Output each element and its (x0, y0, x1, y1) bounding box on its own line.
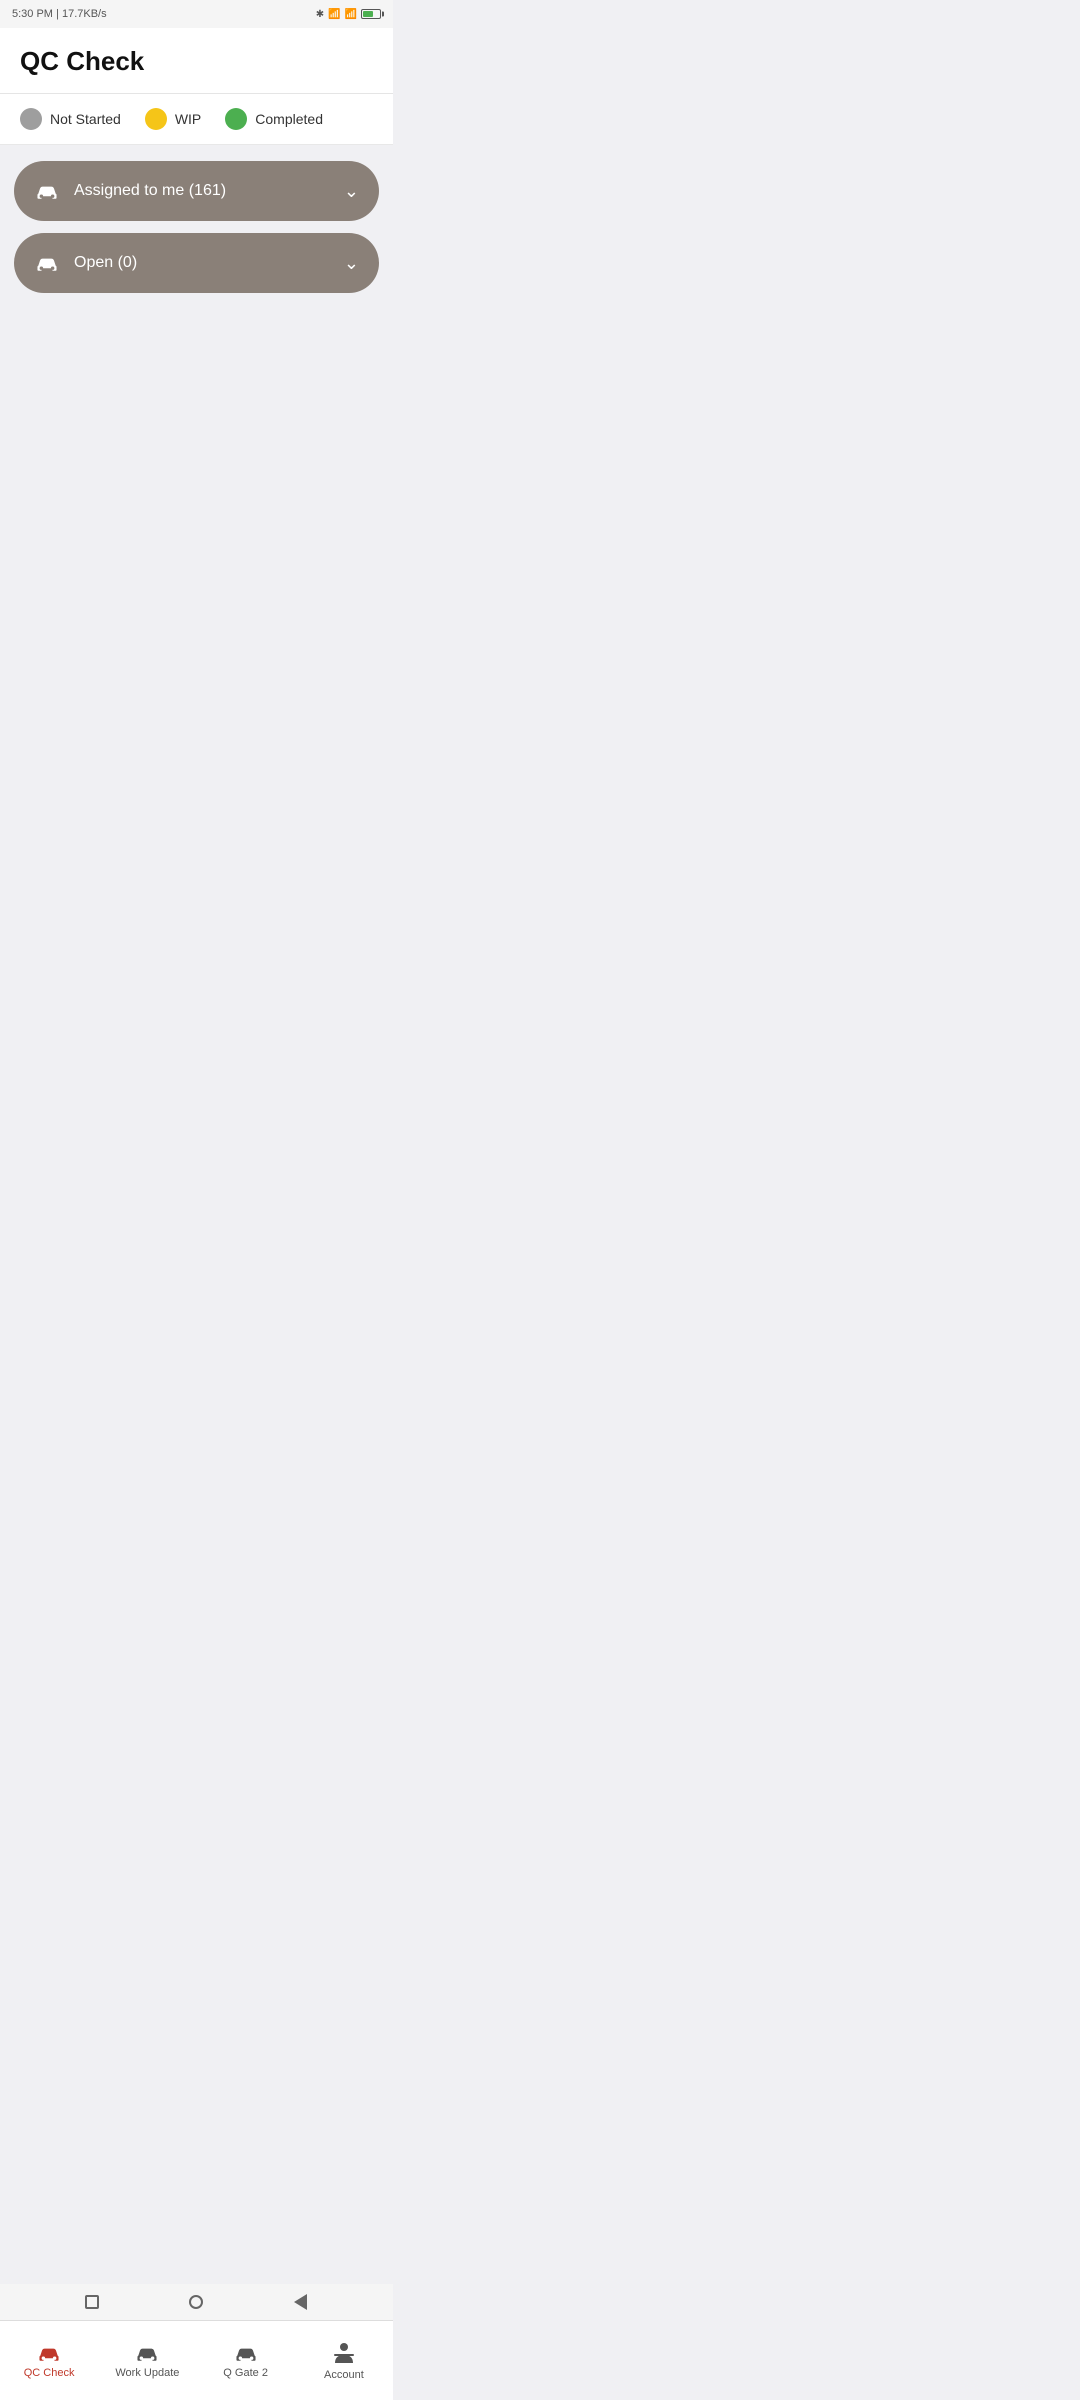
nav-q-gate-2-label: Q Gate 2 (223, 2367, 268, 2379)
completed-label: Completed (255, 111, 323, 127)
assigned-to-me-accordion[interactable]: Assigned to me (161) ⌄ (14, 161, 379, 221)
signal-icon: 📶 (345, 9, 357, 20)
not-started-dot (20, 108, 42, 130)
nav-account-label: Account (324, 2369, 364, 2381)
car-icon-2 (34, 253, 60, 273)
android-nav-bar (0, 2284, 393, 2320)
wifi-icon: 📶 (328, 9, 340, 20)
status-bar: 5:30 PM | 17.7KB/s ✱ 📶 📶 (0, 0, 393, 28)
qc-check-nav-icon (36, 2343, 62, 2363)
chevron-down-icon-1: ⌄ (344, 181, 359, 202)
legend-not-started: Not Started (20, 108, 121, 130)
wip-label: WIP (175, 111, 201, 127)
accordion-left-1: Assigned to me (161) (34, 181, 226, 201)
nav-qc-check-label: QC Check (24, 2367, 75, 2379)
main-content: Assigned to me (161) ⌄ Open (0) ⌄ (0, 145, 393, 309)
nav-q-gate-2[interactable]: Q Gate 2 (197, 2321, 295, 2392)
android-home-btn[interactable] (187, 2293, 205, 2311)
android-back-btn[interactable] (292, 2293, 310, 2311)
nav-qc-check[interactable]: QC Check (0, 2321, 98, 2392)
wip-dot (145, 108, 167, 130)
legend-row: Not Started WIP Completed (0, 94, 393, 145)
battery-icon (361, 9, 381, 19)
page-title: QC Check (20, 46, 373, 77)
legend-completed: Completed (225, 108, 323, 130)
android-square-btn[interactable] (83, 2293, 101, 2311)
status-time: 5:30 PM | 17.7KB/s (12, 8, 107, 20)
accordion-label-2: Open (0) (74, 254, 137, 272)
status-icons: ✱ 📶 📶 (316, 9, 381, 20)
work-update-nav-icon (134, 2343, 160, 2363)
open-accordion[interactable]: Open (0) ⌄ (14, 233, 379, 293)
nav-account[interactable]: Account (295, 2321, 393, 2392)
car-icon-1 (34, 181, 60, 201)
page-header: QC Check (0, 28, 393, 94)
accordion-label-1: Assigned to me (161) (74, 182, 226, 200)
not-started-label: Not Started (50, 111, 121, 127)
nav-work-update[interactable]: Work Update (98, 2321, 196, 2392)
bottom-nav: QC Check Work Update Q Gate 2 Account (0, 2320, 393, 2400)
chevron-down-icon-2: ⌄ (344, 253, 359, 274)
completed-dot (225, 108, 247, 130)
legend-wip: WIP (145, 108, 201, 130)
nav-work-update-label: Work Update (115, 2367, 179, 2379)
accordion-left-2: Open (0) (34, 253, 137, 273)
bluetooth-icon: ✱ (316, 9, 324, 20)
q-gate-2-nav-icon (233, 2343, 259, 2363)
account-nav-icon (331, 2341, 357, 2365)
